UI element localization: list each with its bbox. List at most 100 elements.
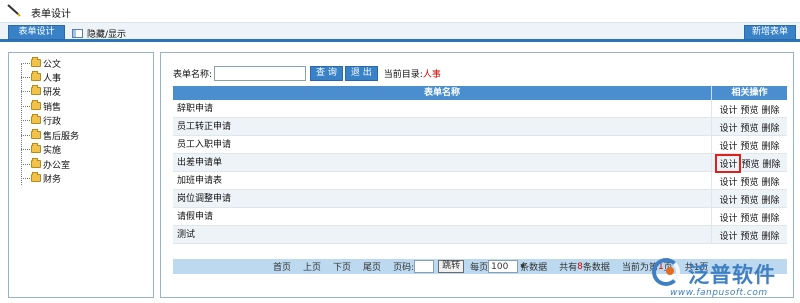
- preview-link[interactable]: 预览: [741, 157, 759, 170]
- folder-icon: [31, 114, 41, 124]
- toolbar: 表单设计 隐藏/显示 新增表单: [0, 23, 800, 42]
- window-title: 表单设计: [31, 9, 71, 20]
- preview-link[interactable]: 预览: [740, 211, 758, 224]
- preview-link[interactable]: 预览: [740, 229, 758, 242]
- per-page-select[interactable]: 100 ▾: [488, 260, 525, 273]
- operations-cell: 设计 预览 删除: [711, 190, 787, 208]
- delete-link[interactable]: 删除: [763, 157, 781, 170]
- tree-branch: [21, 105, 30, 107]
- tree-branch: [21, 148, 30, 150]
- delete-link[interactable]: 删除: [762, 175, 780, 188]
- folder-icon: [31, 100, 41, 110]
- logo-url: www.fanpusoft.com: [670, 288, 768, 298]
- toggle-label: 隐藏/显示: [87, 29, 127, 40]
- tree-item-label: 办公室: [43, 160, 71, 171]
- table-row: 测试 设计 预览 删除: [173, 226, 787, 244]
- tree-item-bangongshi[interactable]: 办公室: [21, 158, 71, 171]
- tree-item-label: 行政: [43, 116, 62, 127]
- new-form-button[interactable]: 新增表单: [744, 25, 796, 40]
- last-page-link[interactable]: 尾页: [363, 260, 381, 273]
- folder-icon: [31, 57, 41, 67]
- tree-item-gongwen[interactable]: 公文: [21, 57, 62, 70]
- page-number-label: 页码:: [393, 263, 415, 273]
- tree-item-renshi[interactable]: 人事: [21, 71, 61, 84]
- tree-item-label: 研发: [43, 87, 62, 98]
- tree-item-caiwu[interactable]: 财务: [21, 172, 62, 185]
- table-row: 岗位调整申请 设计 预览 删除: [173, 190, 787, 208]
- preview-link[interactable]: 预览: [740, 103, 758, 116]
- tree-item-yanfa[interactable]: 研发: [21, 85, 62, 98]
- preview-link[interactable]: 预览: [740, 139, 758, 152]
- table-row: 加班申请表 设计 预览 删除: [173, 172, 787, 190]
- preview-link[interactable]: 预览: [740, 175, 758, 188]
- form-name-cell: 出差申请单: [177, 158, 223, 168]
- table-body: 辞职申请 设计 预览 删除 员工转正申请 设计 预览 删除 员工入职申请 设计 预览 删除 出差申请单设…: [173, 100, 787, 244]
- delete-link[interactable]: 删除: [762, 121, 780, 134]
- prev-page-link[interactable]: 上页: [303, 260, 321, 273]
- category-tree: 公文 人事 研发 销售 行政 售后服务 实施 办公室 财务: [8, 52, 154, 298]
- design-link[interactable]: 设计: [719, 211, 737, 224]
- query-button[interactable]: 查 询: [310, 65, 343, 81]
- design-link[interactable]: 设计: [719, 139, 737, 152]
- design-link[interactable]: 设计: [719, 121, 737, 134]
- tab-form-design[interactable]: 表单设计: [8, 25, 65, 40]
- header-operations: 相关操作: [711, 86, 787, 100]
- table-row: 员工转正申请 设计 预览 删除: [173, 118, 787, 136]
- design-link[interactable]: 设计: [719, 103, 737, 116]
- form-name-cell: 辞职申请: [177, 104, 214, 114]
- tree-item-label: 销售: [43, 102, 62, 113]
- operations-cell: 设计 预览 删除: [711, 172, 787, 190]
- table-row: 出差申请单 设计 预览 删除: [173, 153, 787, 173]
- tree-branch: [21, 76, 30, 78]
- form-name-label: 表单名称:: [173, 69, 213, 80]
- logo-dot-icon: [666, 267, 674, 275]
- tree-branch: [21, 177, 30, 179]
- delete-link[interactable]: 删除: [762, 229, 780, 242]
- tree-item-shouhou[interactable]: 售后服务: [21, 129, 79, 142]
- header-form-name: 表单名称: [423, 88, 460, 98]
- design-link[interactable]: 设计: [719, 193, 737, 206]
- operations-cell: 设计 预览 删除: [711, 208, 787, 226]
- toggle-sidebar-button[interactable]: 隐藏/显示: [72, 26, 126, 40]
- page-number-input[interactable]: [414, 260, 435, 273]
- delete-link[interactable]: 删除: [762, 139, 780, 152]
- current-dir-label: 当前目录:: [383, 69, 423, 80]
- tree-branch: [21, 90, 30, 92]
- table-row: 请假申请 设计 预览 删除: [173, 208, 787, 226]
- first-page-link[interactable]: 首页: [273, 260, 291, 273]
- folder-icon: [31, 143, 41, 153]
- design-link[interactable]: 设计: [719, 229, 737, 242]
- jump-button[interactable]: 跳转: [438, 260, 465, 273]
- folder-icon: [31, 172, 41, 182]
- delete-link[interactable]: 删除: [762, 103, 780, 116]
- operations-cell: 设计 预览 删除: [711, 118, 787, 136]
- preview-link[interactable]: 预览: [740, 121, 758, 134]
- tree-item-shishi[interactable]: 实施: [21, 143, 61, 156]
- operations-cell: 设计 预览 删除: [711, 136, 787, 154]
- brand-logo: 泛普软件 www.fanpusoft.com: [642, 255, 798, 301]
- per-page-suffix: 条数据: [520, 263, 548, 273]
- next-page-link[interactable]: 下页: [333, 260, 351, 273]
- form-name-input[interactable]: [214, 65, 307, 81]
- pencil-icon: [7, 4, 21, 17]
- tree-item-xiaoshou[interactable]: 销售: [21, 100, 62, 113]
- tree-item-label: 公文: [43, 59, 62, 70]
- operations-cell: 设计 预览 删除: [711, 226, 787, 244]
- form-name-cell: 请假申请: [177, 212, 214, 222]
- operations-cell: 设计 预览 删除: [711, 100, 787, 118]
- design-link[interactable]: 设计: [715, 153, 742, 173]
- form-name-cell: 员工入职申请: [177, 140, 232, 150]
- folder-icon: [31, 85, 41, 95]
- folder-icon: [31, 129, 41, 139]
- tree-item-xingzheng[interactable]: 行政: [21, 114, 62, 127]
- exit-button[interactable]: 退 出: [344, 65, 378, 81]
- total-prefix: 共有: [559, 263, 578, 273]
- tree-item-label: 财务: [43, 174, 62, 185]
- form-name-cell: 加班申请表: [177, 176, 223, 186]
- design-link[interactable]: 设计: [719, 175, 737, 188]
- delete-link[interactable]: 删除: [762, 193, 780, 206]
- total-suffix: 条数据: [582, 263, 610, 273]
- search-bar: 表单名称: 查 询 退 出 当前目录: 人事: [173, 65, 441, 81]
- delete-link[interactable]: 删除: [762, 211, 780, 224]
- preview-link[interactable]: 预览: [740, 193, 758, 206]
